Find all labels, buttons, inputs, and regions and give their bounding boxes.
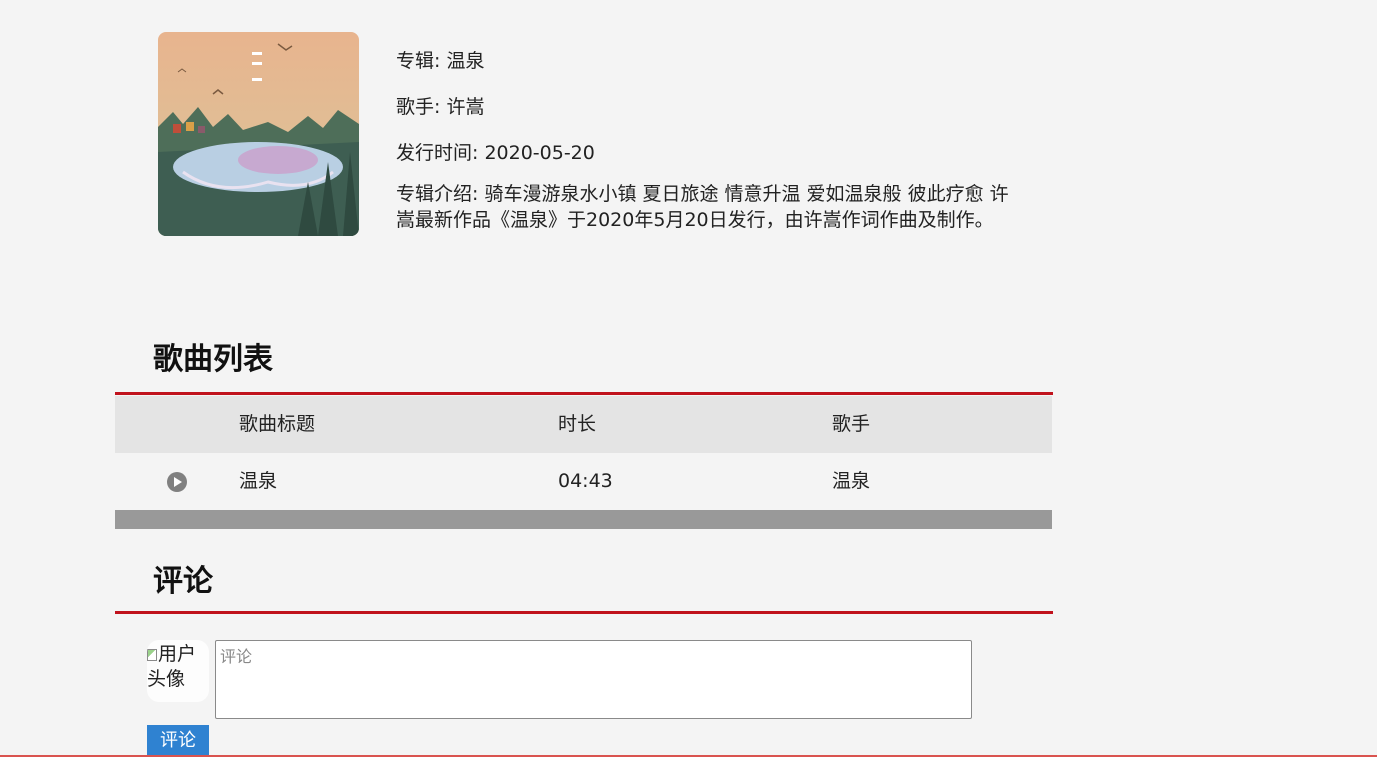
header-artist: 歌手 <box>832 413 871 435</box>
song-title[interactable]: 温泉 <box>239 453 277 510</box>
song-list-divider <box>115 392 1053 395</box>
play-icon[interactable] <box>167 472 187 492</box>
album-cover <box>158 32 359 236</box>
album-info: 专辑: 温泉 歌手: 许嵩 发行时间: 2020-05-20 专辑介绍: 骑车漫… <box>396 48 1021 253</box>
album-page: 专辑: 温泉 歌手: 许嵩 发行时间: 2020-05-20 专辑介绍: 骑车漫… <box>0 0 1377 757</box>
song-table-header: 歌曲标题 时长 歌手 <box>115 396 1052 453</box>
avatar: 用户头像 <box>147 640 209 702</box>
horizontal-scrollbar[interactable] <box>115 510 1052 529</box>
song-list-title: 歌曲列表 <box>153 342 273 377</box>
album-release-date: 发行时间: 2020-05-20 <box>396 142 595 164</box>
comment-input[interactable] <box>215 640 972 719</box>
comment-submit-button[interactable]: 评论 <box>147 725 209 757</box>
song-artist[interactable]: 温泉 <box>832 453 870 510</box>
song-table: 歌曲标题 时长 歌手 温泉 04:43 温泉 <box>115 396 1052 510</box>
header-title: 歌曲标题 <box>239 413 316 435</box>
album-artist: 歌手: 许嵩 <box>396 96 485 118</box>
album-name: 专辑: 温泉 <box>396 50 485 72</box>
comments-divider <box>115 611 1053 614</box>
comments-title: 评论 <box>153 564 213 599</box>
album-intro: 专辑介绍: 骑车漫游泉水小镇 夏日旅途 情意升温 爱如温泉般 彼此疗愈 许嵩最新… <box>396 183 1009 231</box>
broken-image-icon <box>147 649 157 661</box>
song-duration: 04:43 <box>558 470 613 492</box>
table-row[interactable]: 温泉 04:43 温泉 <box>115 453 1052 510</box>
header-duration: 时长 <box>558 413 597 435</box>
